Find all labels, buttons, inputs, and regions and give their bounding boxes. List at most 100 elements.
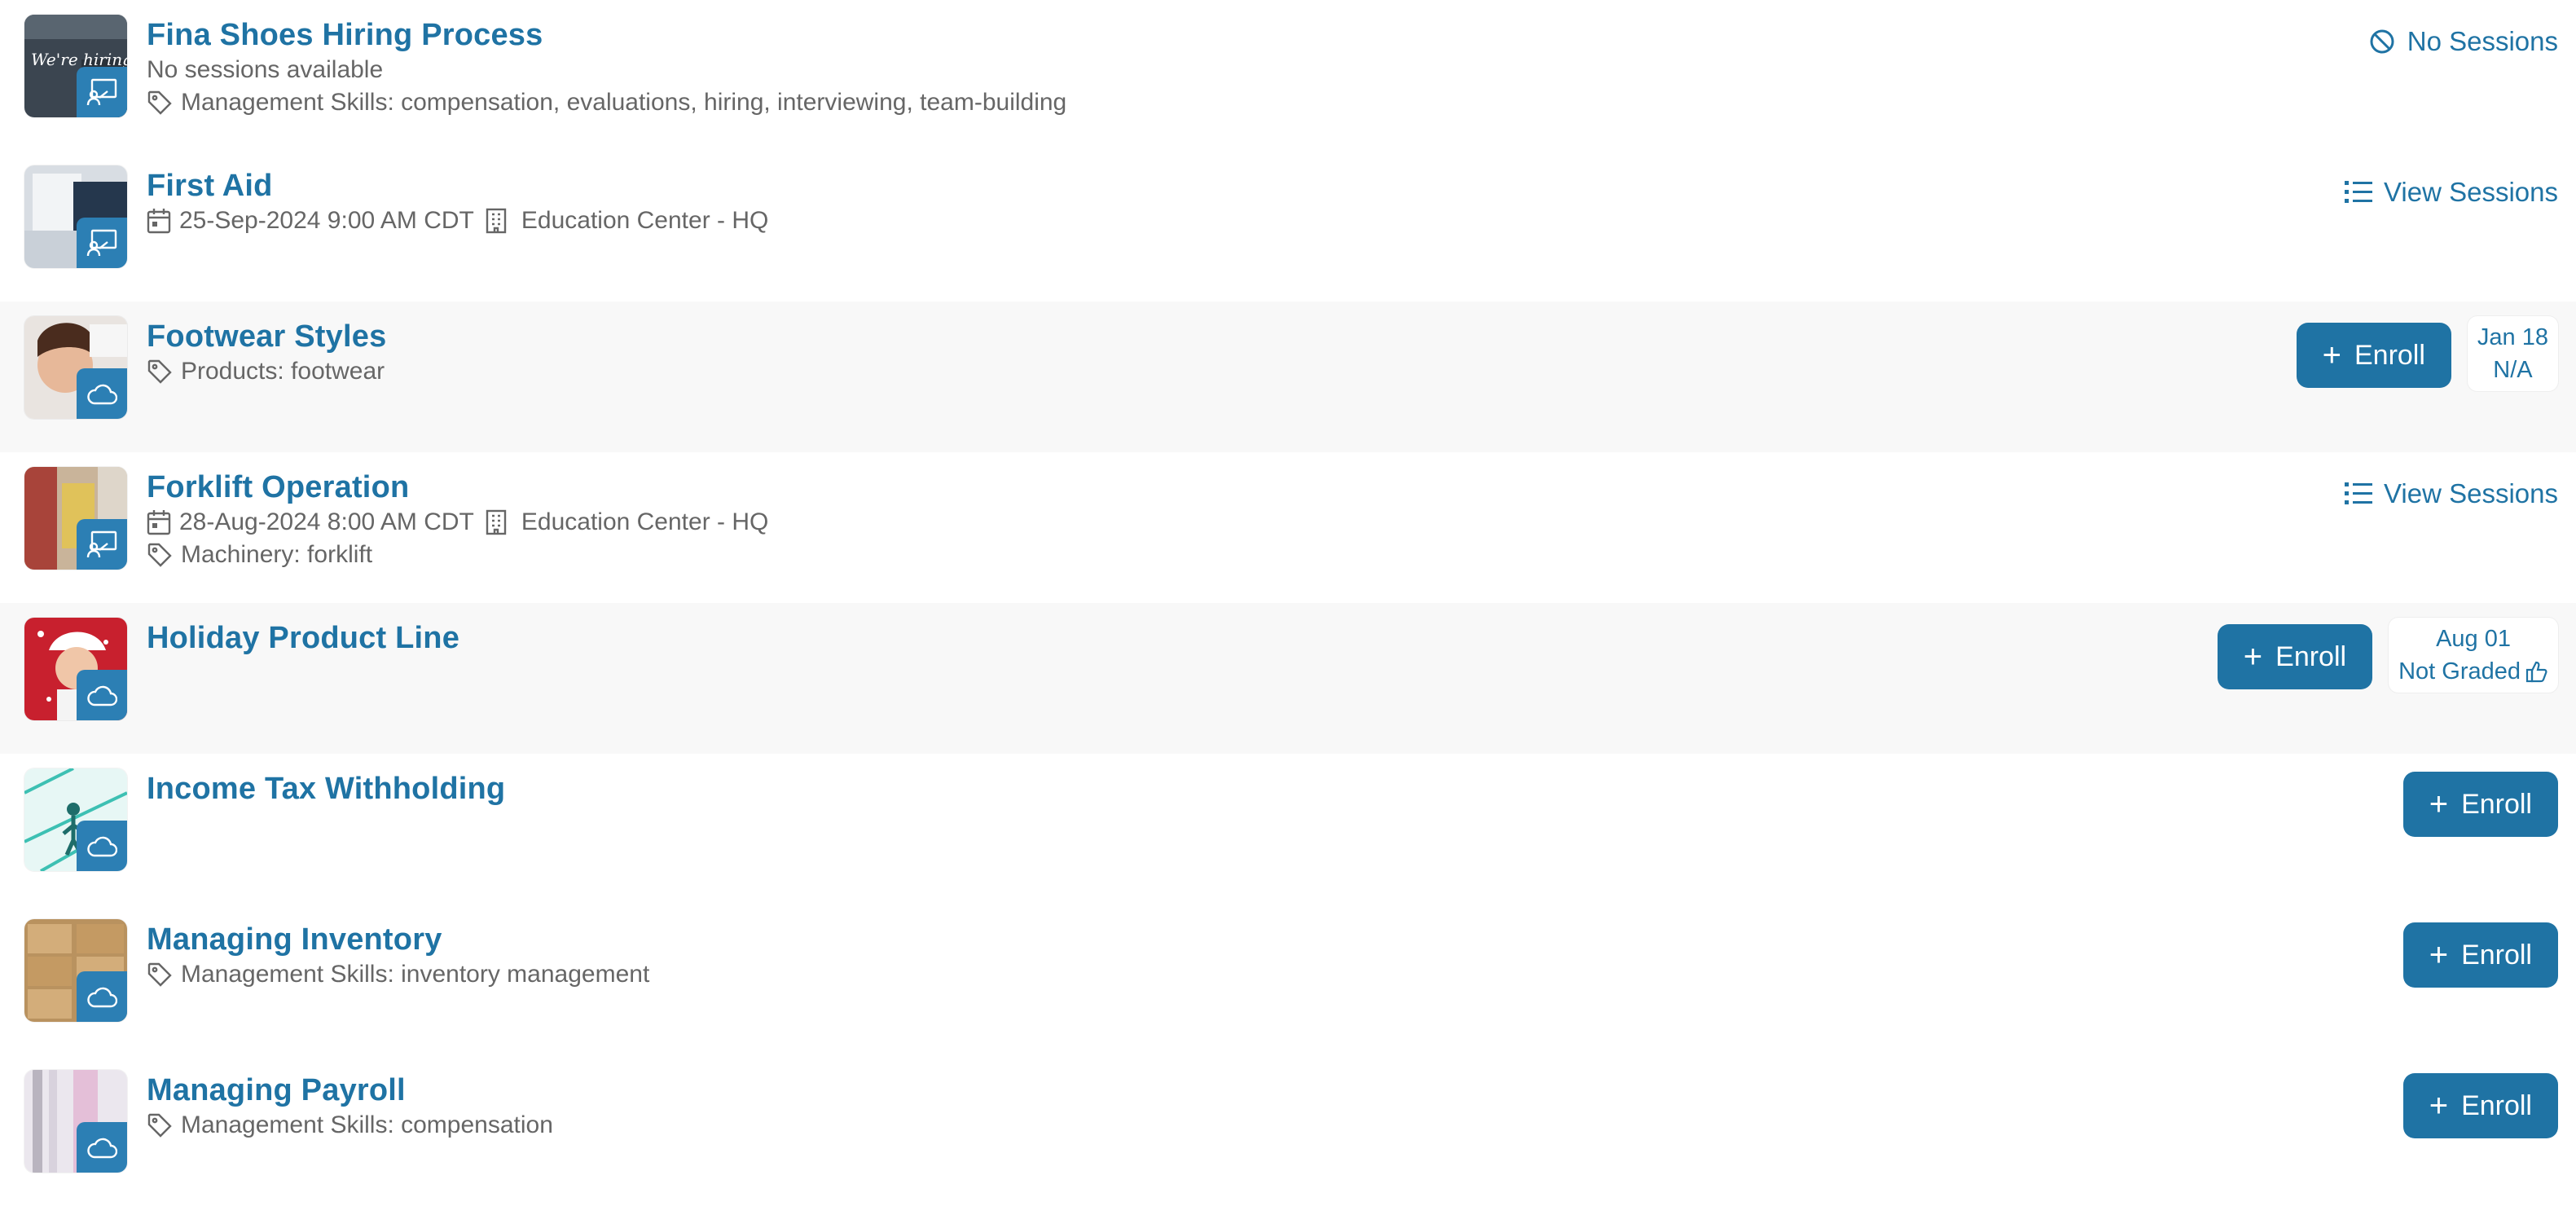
course-thumbnail[interactable] — [24, 919, 127, 1022]
cloud-icon — [77, 821, 127, 871]
enroll-label: Enroll — [2275, 640, 2347, 672]
course-tags: Machinery: forklift — [147, 539, 768, 571]
course-thumbnail[interactable] — [24, 467, 127, 570]
course-tags: Management Skills: compensation, evaluat… — [147, 86, 1066, 119]
course-title[interactable]: Forklift Operation — [147, 469, 768, 506]
plus-icon: + — [2322, 337, 2341, 373]
course-list: We're hiring Fina Shoes Hiring Process N… — [0, 0, 2576, 1206]
classroom-icon — [77, 519, 127, 570]
course-info: Fina Shoes Hiring Process No sessions av… — [147, 15, 1066, 119]
course-actions: View Sessions — [2344, 467, 2558, 509]
badge-status: N/A — [2493, 357, 2533, 383]
course-title[interactable]: Income Tax Withholding — [147, 770, 505, 808]
thumbs-up-icon — [2525, 661, 2547, 683]
course-actions: View Sessions — [2344, 165, 2558, 208]
building-icon — [486, 509, 507, 535]
session-date: 25-Sep-2024 9:00 AM CDT — [179, 207, 474, 234]
course-thumbnail[interactable] — [24, 165, 127, 268]
course-tags: Management Skills: compensation — [147, 1109, 553, 1142]
course-info: Holiday Product Line — [147, 618, 459, 657]
course-actions: + Enroll — [2402, 1070, 2558, 1138]
no-sessions-label: No Sessions — [2407, 26, 2558, 56]
enroll-label: Enroll — [2354, 339, 2425, 371]
session-info: 28-Aug-2024 8:00 AM CDT Education Center… — [147, 506, 768, 539]
enroll-label: Enroll — [2461, 788, 2532, 820]
enroll-label: Enroll — [2461, 939, 2532, 971]
course-thumbnail[interactable] — [24, 768, 127, 871]
course-info: Managing Payroll Management Skills: comp… — [147, 1070, 553, 1142]
enroll-button[interactable]: + Enroll — [2296, 323, 2451, 388]
enroll-button[interactable]: + Enroll — [2402, 1073, 2558, 1138]
cloud-icon — [77, 1122, 127, 1173]
enrollment-badge: Jan 18 N/A — [2467, 316, 2558, 391]
tags-text: Management Skills: inventory management — [181, 961, 650, 988]
cloud-icon — [77, 670, 127, 720]
course-thumbnail[interactable] — [24, 1070, 127, 1173]
tags-text: Machinery: forklift — [181, 541, 373, 568]
session-date: 28-Aug-2024 8:00 AM CDT — [179, 508, 474, 535]
course-row: Income Tax Withholding + Enroll — [0, 754, 2576, 904]
calendar-icon — [147, 209, 171, 234]
course-actions: No Sessions — [2368, 15, 2558, 57]
classroom-icon — [77, 67, 127, 117]
calendar-icon — [147, 510, 171, 535]
badge-status-line: Not Graded — [2398, 655, 2548, 688]
course-thumbnail[interactable]: We're hiring — [24, 15, 127, 117]
tags-text: Management Skills: compensation — [181, 1111, 553, 1138]
course-title[interactable]: Fina Shoes Hiring Process — [147, 16, 1066, 54]
tag-icon — [147, 1113, 172, 1138]
course-title[interactable]: Managing Inventory — [147, 921, 649, 958]
course-info: Forklift Operation 28-Aug-2024 8:00 AM C… — [147, 467, 768, 571]
tags-text: Management Skills: compensation, evaluat… — [181, 89, 1067, 116]
badge-date: Aug 01 — [2436, 626, 2511, 652]
cloud-icon — [77, 971, 127, 1022]
plus-icon: + — [2243, 639, 2263, 675]
course-row: We're hiring Fina Shoes Hiring Process N… — [0, 0, 2576, 151]
badge-date: Jan 18 — [2477, 324, 2548, 350]
view-sessions-label: View Sessions — [2383, 478, 2558, 508]
view-sessions-link[interactable]: View Sessions — [2344, 478, 2558, 509]
enroll-label: Enroll — [2461, 1089, 2532, 1121]
session-location: Education Center - HQ — [521, 207, 769, 234]
sessions-status-text: No sessions available — [147, 56, 384, 83]
tag-icon — [147, 359, 172, 384]
course-row: Managing Inventory Management Skills: in… — [0, 904, 2576, 1055]
course-actions: + Enroll — [2402, 919, 2558, 988]
course-row: Footwear Styles Products: footwear + Enr… — [0, 302, 2576, 452]
course-title[interactable]: Holiday Product Line — [147, 619, 459, 657]
course-title[interactable]: Managing Payroll — [147, 1072, 553, 1109]
badge-status: Not Graded — [2398, 658, 2521, 684]
course-subtitle: No sessions available — [147, 54, 1066, 86]
plus-icon: + — [2429, 786, 2449, 822]
course-actions: + Enroll Jan 18 N/A — [2296, 316, 2558, 391]
tags-text: Products: footwear — [181, 358, 385, 385]
plus-icon: + — [2429, 1088, 2449, 1124]
course-actions: + Enroll Aug 01 Not Graded — [2217, 618, 2558, 693]
plus-icon: + — [2429, 937, 2449, 973]
tag-icon — [147, 543, 172, 567]
course-actions: + Enroll — [2402, 768, 2558, 837]
course-title[interactable]: First Aid — [147, 167, 768, 205]
course-row: Holiday Product Line + Enroll Aug 01 Not… — [0, 603, 2576, 754]
classroom-icon — [77, 218, 127, 268]
enroll-button[interactable]: + Enroll — [2402, 922, 2558, 988]
course-thumbnail[interactable] — [24, 316, 127, 419]
enrollment-badge: Aug 01 Not Graded — [2389, 618, 2558, 693]
view-sessions-label: View Sessions — [2383, 177, 2558, 207]
course-info: Managing Inventory Management Skills: in… — [147, 919, 649, 991]
tag-icon — [147, 90, 172, 115]
enroll-button[interactable]: + Enroll — [2402, 772, 2558, 837]
enroll-button[interactable]: + Enroll — [2217, 624, 2373, 689]
cloud-icon — [77, 368, 127, 419]
no-sessions-icon — [2370, 29, 2394, 54]
no-sessions-link[interactable]: No Sessions — [2368, 26, 2558, 57]
list-icon — [2344, 181, 2372, 203]
course-info: Income Tax Withholding — [147, 768, 505, 808]
tag-icon — [147, 962, 172, 987]
building-icon — [486, 208, 507, 234]
course-row: First Aid 25-Sep-2024 9:00 AM CDT Educat… — [0, 151, 2576, 302]
course-title[interactable]: Footwear Styles — [147, 318, 386, 355]
course-thumbnail[interactable] — [24, 618, 127, 720]
view-sessions-link[interactable]: View Sessions — [2344, 177, 2558, 208]
session-location: Education Center - HQ — [521, 508, 769, 535]
